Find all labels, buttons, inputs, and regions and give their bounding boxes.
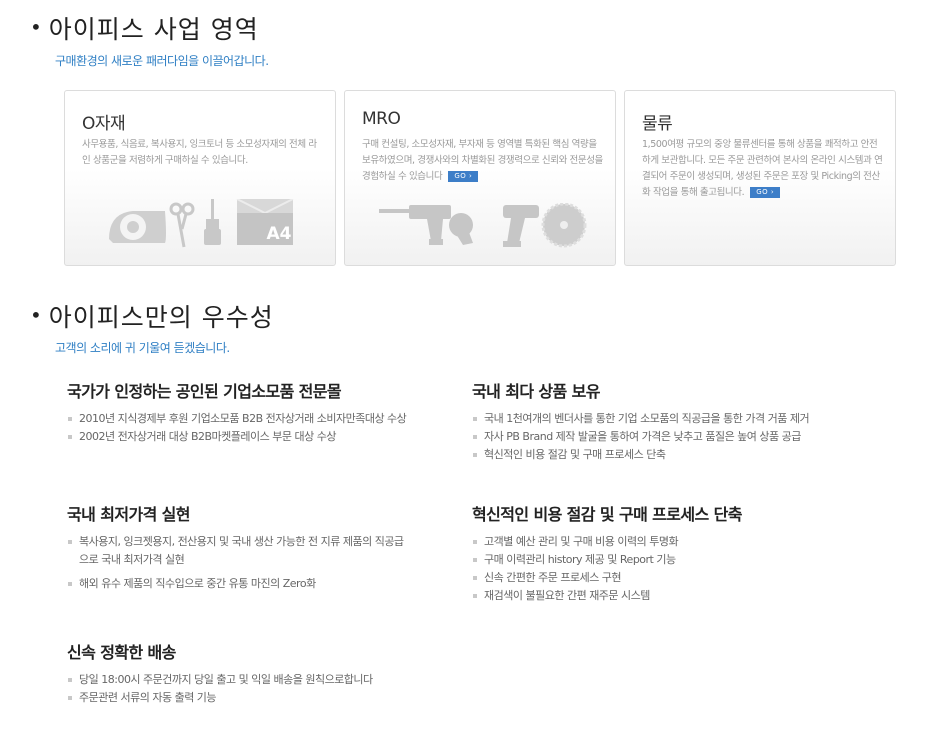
- bullet-dot: •: [30, 303, 43, 327]
- feature-item: 신속 간편한 주문 프로세스 구현: [472, 569, 892, 587]
- card-description: 사무용품, 식음료, 복사용지, 잉크토너 등 소모성자재의 전체 라인 상품군…: [82, 139, 317, 166]
- a4-label: A4: [267, 224, 292, 244]
- feature-lowest-price: 국내 최저가격 실현 복사용지, 잉크젯용지, 전산용지 및 국내 생산 가능한…: [67, 501, 412, 593]
- business-title-text: 아이피스 사업 영역: [48, 15, 259, 44]
- feature-list: 국내 1천여개의 벤더사를 통한 기업 소모품의 직공급을 통한 가격 거품 제…: [472, 410, 892, 464]
- saw-blade-icon: [541, 203, 587, 248]
- card-office-supplies[interactable]: O자재 사무용품, 식음료, 복사용지, 잉크토너 등 소모성자재의 전체 라인…: [64, 90, 336, 266]
- feature-list: 2010년 지식경제부 후원 기업소모품 B2B 전자상거래 소비자만족대상 수…: [67, 410, 452, 446]
- excellence-title-text: 아이피스만의 우수성: [48, 303, 274, 332]
- scissors-icon: [169, 202, 195, 248]
- feature-item: 해외 유수 제품의 직수입으로 중간 유통 마진의 Zero화: [67, 575, 412, 593]
- feature-item: 당일 18:00시 주문건까지 당일 출고 및 익일 배송을 원칙으로합니다: [67, 671, 487, 689]
- feature-item: 혁신적인 비용 절감 및 구매 프로세스 단축: [472, 446, 892, 464]
- glue-stick-icon: [204, 199, 221, 245]
- feature-title: 국내 최저가격 실현: [67, 505, 191, 524]
- feature-item: 주문관련 서류의 자동 출력 기능: [67, 689, 487, 707]
- card-title: O자재: [82, 114, 126, 134]
- feature-list: 당일 18:00시 주문건까지 당일 출고 및 익일 배송을 원칙으로합니다 주…: [67, 671, 487, 707]
- feature-fast-delivery: 신속 정확한 배송 당일 18:00시 주문건까지 당일 출고 및 익일 배송을…: [67, 639, 487, 707]
- card-title: 물류: [642, 114, 673, 134]
- feature-item: 구매 이력관리 history 제공 및 Report 기능: [472, 551, 892, 569]
- card-description: 구매 컨설팅, 소모성자재, 부자재 등 영역별 특화된 핵심 역량을 보유하였…: [362, 139, 603, 182]
- bullet-dot: •: [30, 15, 43, 39]
- card-mro[interactable]: MRO 구매 컨설팅, 소모성자재, 부자재 등 영역별 특화된 핵심 역량을 …: [344, 90, 616, 266]
- feature-item: 고객별 예산 관리 및 구매 비용 이력의 투명화: [472, 533, 892, 551]
- card-title: MRO: [362, 109, 401, 129]
- excellence-section-title: • 아이피스만의 우수성: [30, 298, 274, 334]
- card-description: 1,500여평 규모의 중앙 물류센터를 통해 상품을 쾌적하고 안전하게 보관…: [642, 139, 883, 198]
- feature-title: 국가가 인정하는 공인된 기업소모품 전문몰: [67, 382, 342, 401]
- feature-title: 신속 정확한 배송: [67, 643, 176, 662]
- card-logistics[interactable]: 물류 1,500여평 규모의 중앙 물류센터를 통해 상품을 쾌적하고 안전하게…: [624, 90, 896, 266]
- feature-item: 재검색이 불필요한 간편 재주문 시스템: [472, 587, 892, 605]
- feature-item: 복사용지, 잉크젯용지, 전산용지 및 국내 생산 가능한 전 지류 제품의 직…: [67, 533, 412, 569]
- mro-tools-illustration: [379, 203, 587, 248]
- feature-item: 자사 PB Brand 제작 발굴을 통하여 가격은 낮추고 품질은 높여 상품…: [472, 428, 892, 446]
- feature-title: 국내 최다 상품 보유: [472, 382, 600, 401]
- feature-cost-reduction: 혁신적인 비용 절감 및 구매 프로세스 단축 고객별 예산 관리 및 구매 비…: [472, 501, 892, 605]
- feature-item: 2002년 전자상거래 대상 B2B마켓플레이스 부문 대상 수상: [67, 428, 452, 446]
- feature-item: 국내 1천여개의 벤더사를 통한 기업 소모품의 직공급을 통한 가격 거품 제…: [472, 410, 892, 428]
- excellence-section-subtitle: 고객의 소리에 귀 기울여 듣겠습니다.: [55, 341, 230, 355]
- feature-list: 복사용지, 잉크젯용지, 전산용지 및 국내 생산 가능한 전 지류 제품의 직…: [67, 533, 412, 593]
- mro-go-button[interactable]: GO ›: [448, 171, 479, 182]
- feature-certified-mall: 국가가 인정하는 공인된 기업소모품 전문몰 2010년 지식경제부 후원 기업…: [67, 378, 452, 446]
- feature-item: 2010년 지식경제부 후원 기업소모품 B2B 전자상거래 소비자만족대상 수…: [67, 410, 452, 428]
- office-supplies-illustration: A4: [109, 199, 294, 248]
- heat-gun-icon: [503, 205, 539, 247]
- business-section-title: • 아이피스 사업 영역: [30, 10, 259, 46]
- business-section-subtitle: 구매환경의 새로운 패러다임을 이끌어갑니다.: [55, 54, 269, 68]
- power-drill-icon: [379, 205, 473, 245]
- feature-most-products: 국내 최다 상품 보유 국내 1천여개의 벤더사를 통한 기업 소모품의 직공급…: [472, 378, 892, 464]
- logistics-go-button[interactable]: GO ›: [750, 187, 781, 198]
- tape-dispenser-icon: [109, 211, 166, 243]
- feature-list: 고객별 예산 관리 및 구매 비용 이력의 투명화 구매 이력관리 histor…: [472, 533, 892, 605]
- feature-title: 혁신적인 비용 절감 및 구매 프로세스 단축: [472, 505, 742, 524]
